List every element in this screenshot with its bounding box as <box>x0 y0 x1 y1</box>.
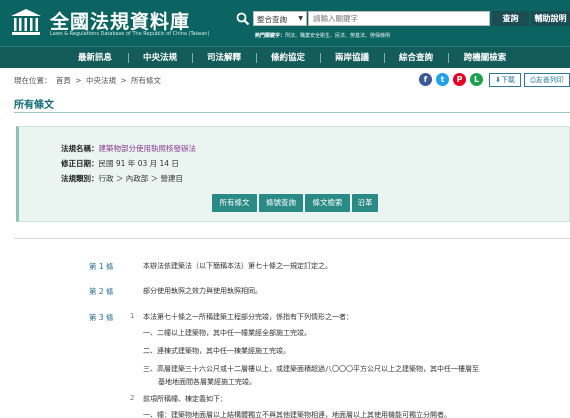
download-button[interactable]: ⬇下載 <box>489 73 521 87</box>
article-3-item-2-number: 2 <box>130 394 135 402</box>
print-button[interactable]: ⎙友善列印 <box>524 73 570 87</box>
nav-divider <box>384 53 385 63</box>
nav-divider <box>128 53 129 63</box>
chevron-down-icon: ▼ <box>298 15 303 22</box>
search-icon <box>236 12 250 26</box>
law-date-label: 修正日期： <box>61 159 99 168</box>
search-scope-select[interactable]: 整合查詢 ▼ <box>253 11 307 26</box>
tab-all-articles[interactable]: 所有條文 <box>212 194 257 212</box>
nav-item-news[interactable]: 最新訊息 <box>64 47 126 69</box>
hot-keywords: 熱門關鍵字：刑法、職業安全衛生、民法、勞基法、勞保條例 <box>255 32 390 39</box>
site-title[interactable]: 全國法規資料庫 <box>50 7 190 34</box>
line-icon[interactable]: L <box>470 73 483 86</box>
nav-item-cross-agency[interactable]: 跨機關檢索 <box>450 47 520 69</box>
logo-emblem-icon[interactable] <box>9 8 43 38</box>
article-3-item-1-text: 本法第七十條之一所稱建築工程部分完竣，係指有下列情形之一者： <box>143 313 353 321</box>
article-3-sub-item: 三、高層建築三十六公尺或十二層樓以上，或建築面積超過八〇〇〇平方公尺以上之建築物… <box>143 365 479 373</box>
law-category-value: 行政 ＞ 內政部 ＞ 營建目 <box>98 174 184 183</box>
tab-article-search[interactable]: 條文檢索 <box>305 194 350 212</box>
site-header: 全國法規資料庫 Laws & Regulations Database of T… <box>0 0 570 46</box>
article-3-item-2-text: 前項所稱幢、棟定義如下： <box>143 395 227 403</box>
nav-divider <box>320 53 321 63</box>
article-2-text: 部分使用執照之效力與使用執照相同。 <box>143 287 262 295</box>
article-3-item-2-sub: 一、幢：建築物地面層以上結構體獨立不與其他建築物相連，地面層以上其使用機能可獨立… <box>143 411 451 418</box>
help-button[interactable]: 輔助說明 <box>531 11 570 26</box>
tab-article-number[interactable]: 條號查詢 <box>259 194 303 212</box>
breadcrumb-prefix: 現在位置： <box>14 76 52 85</box>
facebook-icon[interactable]: f <box>419 73 432 86</box>
site-subtitle: Laws & Regulations Database of The Repub… <box>50 31 210 37</box>
article-2-label[interactable]: 第 2 條 <box>89 286 114 297</box>
law-category-row: 法規類別：行政 ＞ 內政部 ＞ 營建目 <box>61 173 183 184</box>
print-label: 友善列印 <box>535 76 564 84</box>
article-3-sub-item: 一、二幢以上建築物，其中任一幢業經全部施工完竣。 <box>143 329 311 337</box>
article-1-text: 本辦法依建築法（以下簡稱本法）第七十條之一規定訂定之。 <box>143 262 332 270</box>
law-date-value: 民國 91 年 03 月 14 日 <box>98 159 179 168</box>
search-input[interactable] <box>308 11 490 26</box>
law-category-label: 法規類別： <box>61 174 99 183</box>
law-name-link[interactable]: 建築物部分使用執照核發辦法 <box>99 144 197 153</box>
article-3-item-1-number: 1 <box>130 312 135 320</box>
nav-item-judicial[interactable]: 司法解釋 <box>194 47 254 69</box>
tab-history[interactable]: 沿革 <box>352 194 378 212</box>
hot-keywords-list[interactable]: 刑法、職業安全衛生、民法、勞基法、勞保條例 <box>285 33 390 39</box>
nav-divider <box>448 53 449 63</box>
pinterest-icon[interactable]: P <box>453 73 466 86</box>
nav-item-central-laws[interactable]: 中央法規 <box>130 47 190 69</box>
article-3-label[interactable]: 第 3 條 <box>89 312 114 323</box>
nav-divider <box>192 53 193 63</box>
download-label: 下載 <box>500 76 515 84</box>
twitter-icon[interactable]: t <box>436 73 449 86</box>
breadcrumb-home[interactable]: 首頁 <box>56 76 71 85</box>
title-divider <box>14 112 570 113</box>
content-divider <box>14 238 570 239</box>
article-1-label[interactable]: 第 1 條 <box>89 261 114 272</box>
breadcrumb-separator: > <box>120 76 127 85</box>
main-nav: 最新訊息 中央法規 司法解釋 條約協定 兩岸協議 綜合查詢 跨機關檢索 <box>0 46 570 68</box>
breadcrumb-separator: > <box>75 76 82 85</box>
search-scope-value: 整合查詢 <box>257 15 287 24</box>
search-button[interactable]: 查詢 <box>492 11 529 26</box>
nav-divider <box>256 53 257 63</box>
hot-keywords-label: 熱門關鍵字： <box>255 33 286 39</box>
article-3-sub-item: 二、連棟式建築物，其中任一棟業經施工完竣。 <box>143 347 290 355</box>
page-title: 所有條文 <box>14 100 54 111</box>
breadcrumb: 現在位置： 首頁 > 中央法規 > 所有條文 <box>14 75 163 86</box>
article-3-sub-item-continued: 基地地面間各層業經施工完竣。 <box>158 378 256 386</box>
nav-item-integrated-search[interactable]: 綜合查詢 <box>386 47 446 69</box>
law-name-label: 法規名稱： <box>61 144 99 153</box>
breadcrumb-current: 所有條文 <box>131 76 162 85</box>
law-name-row: 法規名稱：建築物部分使用執照核發辦法 <box>61 143 196 154</box>
breadcrumb-central-laws[interactable]: 中央法規 <box>86 76 116 85</box>
nav-item-treaties[interactable]: 條約協定 <box>258 47 318 69</box>
law-date-row: 修正日期：民國 91 年 03 月 14 日 <box>61 158 179 169</box>
nav-item-cross-strait[interactable]: 兩岸協議 <box>322 47 382 69</box>
